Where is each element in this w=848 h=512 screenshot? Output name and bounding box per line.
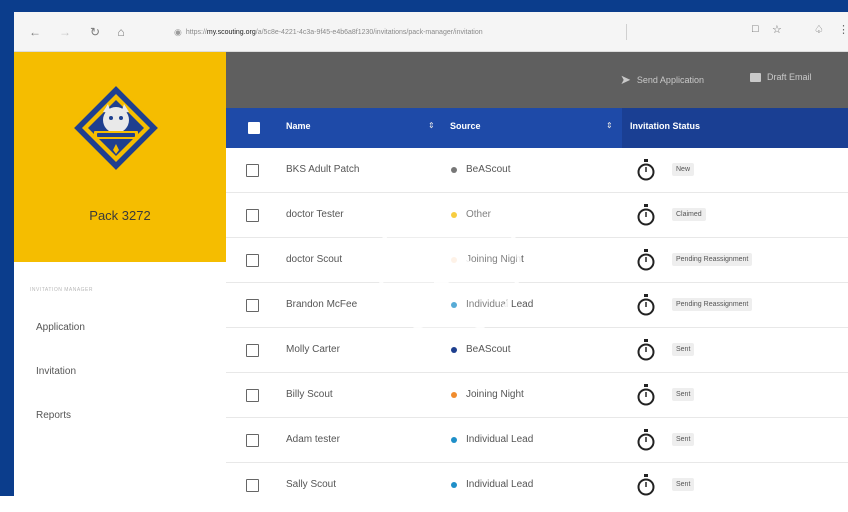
row-checkbox[interactable] [246,344,259,357]
stopwatch-icon [637,474,655,496]
table-row[interactable]: doctor Scout Joining Night Pending Reass… [226,238,848,283]
table-row[interactable]: Sally Scout Individual Lead Sent [226,463,848,496]
row-name[interactable]: doctor Tester [286,209,344,220]
main-panel: ➤ Send Application Draft Email Name ⇕ So… [226,52,848,496]
sidebar-caption: INVITATION MANAGER [30,287,93,293]
row-checkbox[interactable] [246,389,259,402]
sort-name-icon[interactable]: ⇕ [428,121,435,130]
source-dot-icon [451,167,457,173]
play-video-icon[interactable] [374,190,524,340]
row-checkbox[interactable] [246,479,259,492]
row-source: BeAScout [466,164,511,175]
browser-toolbar: ← → ↻ ⌂ ◉ https:// my.scouting.org /a/5c… [14,12,848,52]
row-name[interactable]: Brandon McFee [286,299,357,310]
column-header-name[interactable]: Name [286,121,311,131]
row-checkbox[interactable] [246,164,259,177]
send-icon: ➤ [620,72,631,87]
table-row[interactable]: Adam tester Individual Lead Sent [226,418,848,463]
draft-email-label: Draft Email [767,72,812,82]
table-body: BKS Adult Patch BeAScout New doctor Test… [226,148,848,496]
stopwatch-icon [637,159,655,181]
table-row[interactable]: Molly Carter BeAScout Sent [226,328,848,373]
source-dot-icon [451,347,457,353]
table-header: Name ⇕ Source ⇕ Invitation Status [226,108,848,148]
sidebar: Pack 3272 INVITATION MANAGER Application… [14,52,226,496]
bottom-strip [0,496,848,512]
stopwatch-icon [637,339,655,361]
url-domain: my.scouting.org [206,28,256,36]
row-checkbox[interactable] [246,434,259,447]
address-bar[interactable]: ◉ https:// my.scouting.org /a/5c8e-4221-… [174,22,634,42]
table-row[interactable]: BKS Adult Patch BeAScout New [226,148,848,193]
status-badge: Sent [672,433,695,446]
brand-panel: Pack 3272 [14,52,226,262]
row-source: BeAScout [466,344,511,355]
shield-icon[interactable]: ♤ [814,23,824,36]
forward-arrow-icon[interactable]: → [54,21,76,43]
row-name[interactable]: BKS Adult Patch [286,164,359,175]
row-source: Individual Lead [466,434,534,445]
stopwatch-icon [637,294,655,316]
source-dot-icon [451,392,457,398]
status-badge: Pending Reassignment [672,253,753,266]
menu-icon[interactable]: ⋮ [838,23,848,36]
status-badge: Sent [672,388,695,401]
email-icon [750,72,761,82]
star-icon[interactable]: ☆ [772,23,782,36]
action-toolbar: ➤ Send Application Draft Email [226,52,848,108]
table-row[interactable]: Billy Scout Joining Night Sent [226,373,848,418]
home-icon[interactable]: ⌂ [110,21,132,43]
stopwatch-icon [637,204,655,226]
row-source: Joining Night [466,389,524,400]
send-application-button[interactable]: ➤ Send Application [620,72,704,88]
row-name[interactable]: Billy Scout [286,389,333,400]
sidebar-item-invitation[interactable]: Invitation [36,366,76,377]
row-checkbox[interactable] [246,299,259,312]
source-dot-icon [451,437,457,443]
cub-scout-logo [70,82,162,174]
table-row[interactable]: doctor Tester Other Claimed [226,193,848,238]
column-header-source[interactable]: Source [450,121,481,131]
lock-icon: ◉ [174,26,182,37]
row-checkbox[interactable] [246,209,259,222]
url-path: /a/5c8e-4221-4c3a-9f45-e4b6a8f1230/invit… [255,28,483,36]
url-prefix: https:// [185,28,207,36]
table-row[interactable]: Brandon McFee Individual Lead Pending Re… [226,283,848,328]
row-name[interactable]: Sally Scout [286,479,336,490]
row-name[interactable]: Adam tester [286,434,340,445]
status-badge: Sent [672,478,695,491]
stopwatch-icon [637,249,655,271]
status-badge: Sent [672,343,695,356]
sidebar-item-application[interactable]: Application [36,322,85,333]
column-header-status[interactable]: Invitation Status [630,121,700,131]
draft-email-button[interactable]: Draft Email [750,72,812,82]
sidebar-item-reports[interactable]: Reports [36,410,71,421]
status-badge: Pending Reassignment [672,298,753,311]
send-application-label: Send Application [636,75,704,85]
sort-source-icon[interactable]: ⇕ [606,121,613,130]
row-name[interactable]: doctor Scout [286,254,342,265]
select-all-checkbox[interactable] [248,122,260,134]
back-arrow-icon[interactable]: ← [24,21,46,43]
page-action-icon[interactable]: □ [752,23,759,35]
stopwatch-icon [637,384,655,406]
source-dot-icon [451,482,457,488]
row-checkbox[interactable] [246,254,259,267]
status-badge: New [672,163,695,176]
row-source: Individual Lead [466,479,534,490]
status-badge: Claimed [672,208,706,221]
row-name[interactable]: Molly Carter [286,344,340,355]
address-divider [626,24,627,40]
screenshot-screen: ← → ↻ ⌂ ◉ https:// my.scouting.org /a/5c… [14,12,848,496]
pack-name: Pack 3272 [89,208,151,223]
stopwatch-icon [637,429,655,451]
reload-icon[interactable]: ↻ [84,21,106,43]
